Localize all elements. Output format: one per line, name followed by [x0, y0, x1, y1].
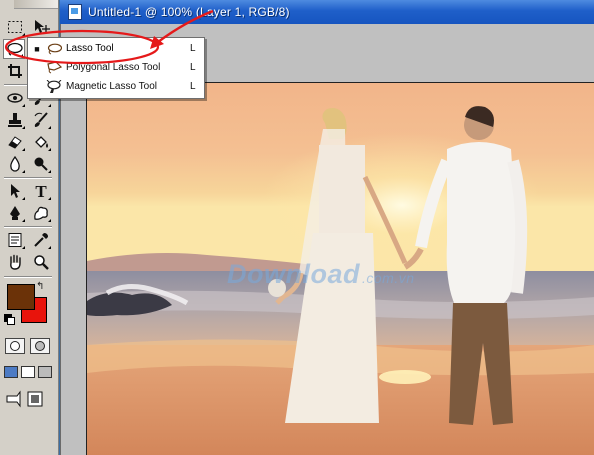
custom-shape-icon[interactable] [30, 203, 52, 223]
eraser-icon[interactable] [4, 132, 26, 152]
paint-bucket-icon[interactable] [30, 132, 52, 152]
flyout-item-label: Lasso Tool [66, 43, 114, 54]
watermark-text: Download [227, 259, 360, 289]
rectangular-marquee-icon[interactable] [4, 17, 26, 37]
selected-bullet: ■ [34, 43, 40, 54]
standard-mode-button[interactable] [5, 338, 25, 354]
toolbox-divider [4, 226, 52, 228]
notes-icon[interactable] [4, 230, 26, 250]
pen-icon[interactable] [4, 203, 26, 223]
type-glyph: T [35, 181, 47, 201]
document-icon [68, 4, 82, 20]
default-colors-icon[interactable] [4, 314, 15, 325]
full-screen-menu-mode-button[interactable] [21, 366, 35, 378]
dodge-icon[interactable] [30, 154, 52, 174]
toolbox-divider [4, 177, 52, 179]
canvas[interactable]: Download .com.vn [86, 82, 594, 455]
download-watermark: Download .com.vn [227, 259, 415, 290]
flyout-item-shortcut: L [190, 81, 196, 92]
toolbox-header [14, 0, 58, 9]
flyout-item-shortcut: L [190, 43, 196, 54]
polygonal-lasso-icon [46, 61, 62, 75]
jump-to-imageready-button[interactable] [6, 390, 50, 408]
flyout-item-lasso-tool[interactable]: ■ Lasso Tool L [28, 39, 204, 58]
hand-icon[interactable] [4, 252, 26, 272]
foreground-color-swatch[interactable] [7, 284, 35, 310]
clone-stamp-icon[interactable] [4, 110, 26, 130]
toolbox-divider [4, 276, 52, 278]
flyout-item-magnetic-lasso-tool[interactable]: Magnetic Lasso Tool L [28, 77, 204, 96]
quick-mask-mode-button[interactable] [30, 338, 50, 354]
eyedropper-icon[interactable] [30, 230, 52, 250]
move-icon[interactable] [30, 17, 52, 37]
blur-icon[interactable] [4, 154, 26, 174]
zoom-icon[interactable] [30, 252, 52, 272]
type-icon[interactable]: T [30, 181, 52, 201]
magnetic-lasso-icon [46, 79, 62, 94]
swap-colors-icon[interactable]: ↰ [36, 281, 44, 292]
flyout-item-label: Magnetic Lasso Tool [66, 81, 157, 92]
healing-brush-icon[interactable] [4, 88, 26, 108]
flyout-item-shortcut: L [190, 62, 196, 73]
flyout-item-label: Polygonal Lasso Tool [66, 62, 161, 73]
lasso-icon [46, 42, 62, 56]
flyout-item-polygonal-lasso-tool[interactable]: Polygonal Lasso Tool L [28, 58, 204, 77]
crop-icon[interactable] [4, 61, 26, 81]
document-title-bar[interactable]: Untitled-1 @ 100% (Layer 1, RGB/8) [60, 0, 594, 24]
lasso-icon[interactable] [3, 39, 25, 59]
path-selection-icon[interactable] [4, 181, 26, 201]
document-title: Untitled-1 @ 100% (Layer 1, RGB/8) [88, 5, 290, 19]
history-brush-icon[interactable] [30, 110, 52, 130]
watermark-suffix: .com.vn [362, 270, 415, 286]
standard-screen-mode-button[interactable] [4, 366, 18, 378]
full-screen-mode-button[interactable] [38, 366, 52, 378]
lasso-tool-flyout-menu: ■ Lasso Tool L Polygonal Lasso Tool L Ma… [27, 37, 205, 99]
